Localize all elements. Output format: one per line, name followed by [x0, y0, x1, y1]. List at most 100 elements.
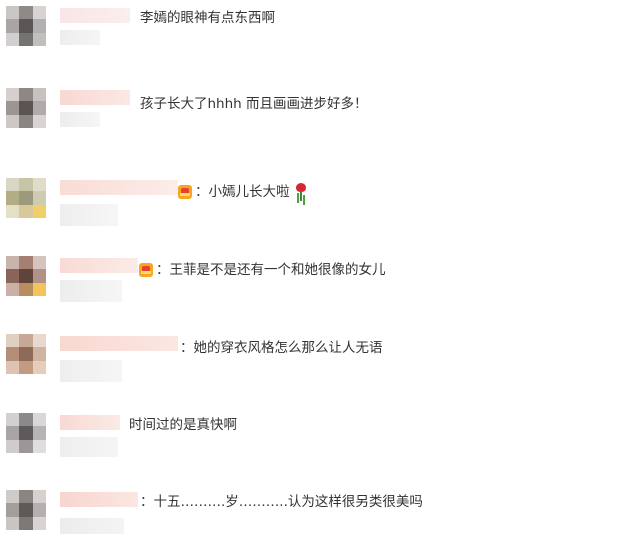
avatar[interactable]: [6, 334, 46, 374]
avatar-pixel: [6, 360, 20, 374]
username-blurred[interactable]: [60, 415, 120, 430]
avatar-pixel: [19, 503, 33, 517]
comment-item: ：小嫣儿长大啦: [0, 178, 640, 248]
username-blurred[interactable]: [60, 90, 130, 105]
avatar-pixel: [32, 19, 46, 33]
comment-text-row: ：她的穿衣风格怎么那么让人无语: [180, 338, 383, 358]
avatar-pixel: [6, 334, 20, 348]
avatar-pixel: [6, 490, 20, 504]
avatar-pixel: [19, 439, 33, 453]
avatar-pixel: [32, 178, 46, 192]
avatar-pixel: [32, 32, 46, 46]
vip-badge-icon: [178, 185, 192, 199]
comment-text-row: ：小嫣儿长大啦: [178, 182, 308, 202]
avatar[interactable]: [6, 413, 46, 453]
avatar-pixel: [19, 426, 33, 440]
avatar-pixel: [6, 6, 20, 20]
avatar-pixel: [32, 6, 46, 20]
avatar-pixel: [32, 101, 46, 115]
comment-item: ：十五……….岁………..认为这样很另类很美吗: [0, 490, 640, 560]
avatar-pixel: [6, 439, 20, 453]
username-blurred[interactable]: [60, 180, 178, 195]
username-blurred[interactable]: [60, 8, 130, 23]
avatar-pixel: [19, 516, 33, 530]
avatar-pixel: [32, 88, 46, 102]
avatar-pixel: [32, 503, 46, 517]
avatar-pixel: [19, 360, 33, 374]
comment-text-row: 孩子长大了hhhh 而且画画进步好多！: [140, 94, 368, 114]
comment-item: 时间过的是真快啊: [0, 413, 640, 483]
avatar-pixel: [32, 114, 46, 128]
avatar-pixel: [19, 19, 33, 33]
avatar-pixel: [32, 204, 46, 218]
meta-blurred: [60, 112, 100, 127]
avatar-pixel: [19, 6, 33, 20]
avatar-pixel: [19, 269, 33, 283]
avatar-pixel: [6, 178, 20, 192]
avatar-pixel: [6, 256, 20, 270]
comment-list: 李嫣的眼神有点东西啊 孩子长大了hhhh 而且画画进步好多！ ：小嫣儿长大啦 ：…: [0, 0, 640, 539]
avatar-pixel: [6, 191, 20, 205]
avatar-pixel: [19, 413, 33, 427]
comment-text: 孩子长大了hhhh 而且画画进步好多！: [140, 96, 368, 112]
comment-text: ：王菲是不是还有一个和她很像的女儿: [156, 262, 386, 278]
avatar-pixel: [6, 88, 20, 102]
meta-blurred: [60, 360, 122, 382]
avatar-pixel: [19, 101, 33, 115]
avatar-pixel: [6, 282, 20, 296]
avatar-pixel: [6, 19, 20, 33]
rose-icon: [294, 183, 308, 201]
avatar[interactable]: [6, 256, 46, 296]
avatar-pixel: [6, 503, 20, 517]
avatar-pixel: [6, 101, 20, 115]
comment-text: ：她的穿衣风格怎么那么让人无语: [180, 340, 383, 356]
meta-blurred: [60, 280, 122, 302]
avatar-pixel: [6, 347, 20, 361]
avatar-pixel: [19, 347, 33, 361]
comment-text: 李嫣的眼神有点东西啊: [140, 10, 275, 26]
avatar[interactable]: [6, 6, 46, 46]
avatar-pixel: [32, 516, 46, 530]
comment-item: 李嫣的眼神有点东西啊: [0, 6, 640, 76]
avatar-pixel: [19, 88, 33, 102]
avatar-pixel: [6, 114, 20, 128]
comment-text: ：十五……….岁………..认为这样很另类很美吗: [140, 494, 423, 510]
avatar-pixel: [32, 282, 46, 296]
avatar-pixel: [19, 32, 33, 46]
avatar-pixel: [6, 269, 20, 283]
avatar-pixel: [32, 191, 46, 205]
avatar-pixel: [32, 426, 46, 440]
avatar-pixel: [6, 204, 20, 218]
comment-text: 时间过的是真快啊: [129, 417, 237, 433]
avatar-pixel: [19, 256, 33, 270]
avatar-pixel: [19, 204, 33, 218]
avatar[interactable]: [6, 88, 46, 128]
meta-blurred: [60, 30, 100, 45]
avatar-pixel: [32, 360, 46, 374]
comment-text: ：小嫣儿长大啦: [195, 184, 290, 200]
username-blurred[interactable]: [60, 258, 138, 273]
avatar-pixel: [19, 191, 33, 205]
avatar[interactable]: [6, 178, 46, 218]
meta-blurred: [60, 437, 118, 457]
avatar-pixel: [19, 490, 33, 504]
comment-text-row: ：十五……….岁………..认为这样很另类很美吗: [140, 492, 423, 512]
avatar[interactable]: [6, 490, 46, 530]
meta-blurred: [60, 204, 118, 226]
username-blurred[interactable]: [60, 336, 178, 351]
avatar-pixel: [32, 439, 46, 453]
username-blurred[interactable]: [60, 492, 138, 507]
avatar-pixel: [32, 347, 46, 361]
avatar-pixel: [6, 32, 20, 46]
avatar-pixel: [19, 282, 33, 296]
meta-blurred: [60, 518, 124, 534]
avatar-pixel: [32, 490, 46, 504]
avatar-pixel: [32, 256, 46, 270]
comment-text-row: 时间过的是真快啊: [129, 415, 237, 435]
avatar-pixel: [19, 334, 33, 348]
vip-badge-icon: [139, 263, 153, 277]
avatar-pixel: [32, 413, 46, 427]
avatar-pixel: [32, 334, 46, 348]
comment-item: 孩子长大了hhhh 而且画画进步好多！: [0, 88, 640, 158]
avatar-pixel: [6, 426, 20, 440]
